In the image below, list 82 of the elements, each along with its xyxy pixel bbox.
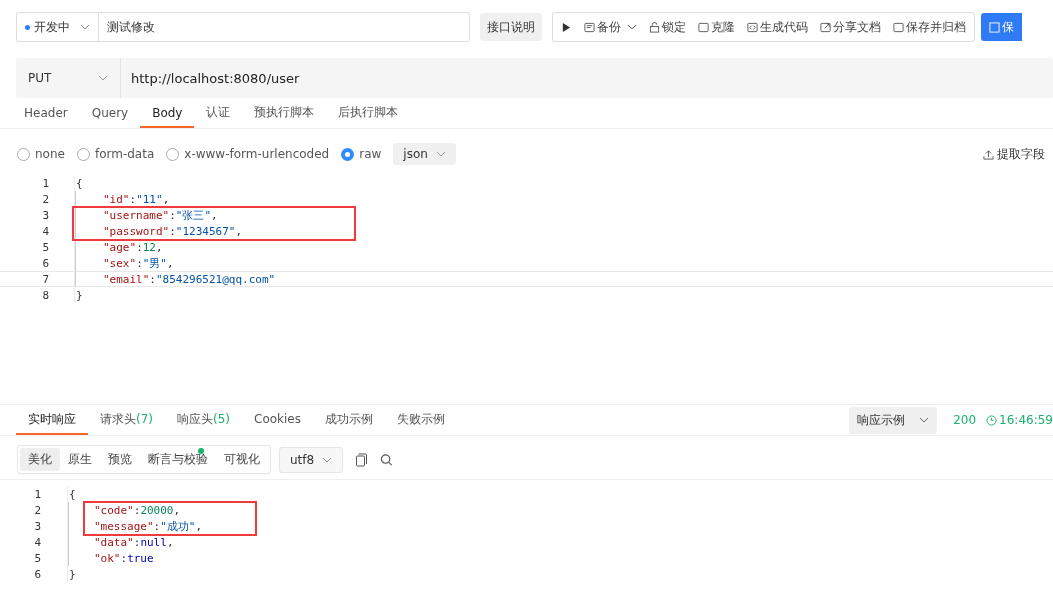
line-number: 3 — [41, 208, 49, 222]
document-icon — [584, 21, 595, 33]
view-mode-tab[interactable]: 可视化 — [216, 448, 268, 471]
chevron-icon — [435, 151, 446, 157]
code-line: } — [75, 287, 83, 303]
code-line: "ok":true — [68, 550, 154, 566]
share-icon — [820, 21, 831, 33]
backup-button[interactable]: 备份 — [578, 14, 643, 40]
response-tab[interactable]: 请求头(7) — [88, 405, 165, 435]
chevron-icon — [98, 75, 108, 81]
line-number: 6 — [33, 567, 41, 581]
line-number: 5 — [41, 240, 49, 254]
body-type-radio[interactable]: none — [17, 147, 65, 161]
view-mode-tab[interactable]: 原生 — [60, 448, 100, 471]
extract-fields-link[interactable]: 提取字段 — [983, 145, 1045, 163]
code-line: "code":20000, — [68, 502, 181, 518]
name-value: 测试修改 — [106, 18, 155, 36]
code-line: "message":"成功", — [68, 518, 203, 534]
name-field[interactable]: 开发中 测试修改 — [16, 12, 470, 42]
response-tab[interactable]: 失败示例 — [385, 405, 457, 435]
status-select[interactable]: 开发中 — [17, 13, 99, 41]
clock-icon — [986, 414, 998, 426]
view-mode-tab[interactable]: 美化 — [20, 448, 60, 471]
line-number: 3 — [33, 519, 41, 533]
code-line: { — [75, 175, 83, 191]
line-number: 4 — [41, 224, 49, 238]
request-tab[interactable]: 后执行脚本 — [326, 99, 411, 128]
format-select[interactable]: json — [393, 143, 456, 165]
request-tab[interactable]: Query — [79, 99, 141, 128]
code-line: "sex":"男", — [75, 255, 174, 271]
body-type-radio[interactable]: raw — [341, 147, 382, 161]
code-line: "data":null, — [68, 534, 174, 550]
line-number: 6 — [41, 256, 49, 270]
line-number: 1 — [33, 487, 41, 501]
view-mode-tab[interactable]: 断言与校验 — [140, 448, 216, 471]
view-mode-tab[interactable]: 预览 — [100, 448, 140, 471]
upload-icon — [983, 148, 994, 160]
chevron-icon — [627, 24, 637, 30]
line-number: 1 — [41, 176, 49, 190]
line-number: 7 — [41, 272, 49, 286]
encoding-select[interactable]: utf8 — [279, 446, 344, 473]
url-field[interactable]: http://localhost:8080/user — [121, 70, 300, 86]
code-icon — [747, 21, 758, 33]
chevron-icon — [919, 417, 930, 423]
response-tab[interactable]: 实时响应 — [16, 405, 88, 435]
archive-button[interactable]: 保存并归档 — [887, 14, 972, 40]
chevron-icon — [80, 24, 90, 30]
share-button[interactable]: 分享文档 — [814, 14, 887, 40]
method-select[interactable]: PUT — [16, 58, 121, 98]
clone-button[interactable]: 克隆 — [692, 14, 741, 40]
code-line: "password":"1234567", — [75, 223, 243, 239]
line-number: 2 — [33, 503, 41, 517]
body-type-radio[interactable]: form-data — [76, 147, 155, 161]
lock-button[interactable]: 锁定 — [643, 14, 692, 40]
request-tab[interactable]: Header — [12, 99, 80, 128]
code-line: { — [68, 486, 76, 502]
play-icon — [561, 21, 572, 33]
request-tab[interactable]: Body — [140, 99, 195, 128]
code-button[interactable]: 生成代码 — [741, 14, 814, 40]
example-select[interactable]: 响应示例 — [849, 406, 938, 434]
code-line: "age":12, — [75, 239, 163, 255]
code-line: "username":"张三", — [75, 207, 218, 223]
code-line: "email":"854296521@qq.com" — [75, 271, 276, 287]
response-tab[interactable]: 成功示例 — [313, 405, 385, 435]
code-line: } — [68, 566, 76, 582]
line-number: 4 — [33, 535, 41, 549]
line-number: 8 — [41, 288, 49, 302]
line-number: 5 — [33, 551, 41, 565]
response-tab[interactable]: 响应头(5) — [165, 405, 242, 435]
line-number: 2 — [41, 192, 49, 206]
response-time: 16:46:59 — [999, 413, 1053, 427]
code-line: "id":"11", — [75, 191, 170, 207]
save-button[interactable]: 保 — [981, 13, 1022, 41]
chevron-icon — [322, 456, 333, 463]
response-tab[interactable]: Cookies — [242, 405, 313, 435]
status-code: 200 — [953, 413, 977, 427]
lock-icon — [649, 21, 660, 33]
search-icon[interactable] — [380, 452, 394, 467]
doc-button[interactable]: 接口说明 — [480, 13, 542, 41]
body-type-radio[interactable]: x-www-form-urlencoded — [166, 147, 330, 161]
request-tab[interactable]: 认证 — [194, 99, 243, 128]
request-tab[interactable]: 预执行脚本 — [242, 99, 327, 128]
